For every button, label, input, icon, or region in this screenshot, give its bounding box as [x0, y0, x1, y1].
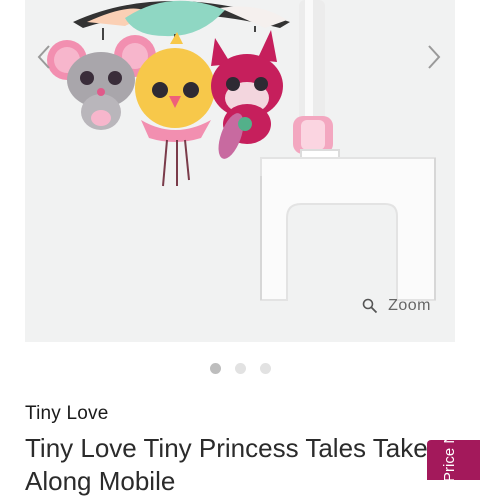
carousel-dot[interactable] [259, 363, 271, 374]
price-notice-tab[interactable]: Price Notice [427, 440, 480, 480]
chevron-right-icon [428, 45, 441, 69]
product-title: Tiny Love Tiny Princess Tales Take Along… [25, 433, 428, 496]
carousel-dot[interactable] [209, 363, 221, 374]
zoom-label: Zoom [388, 297, 431, 314]
magnifier-icon [362, 298, 378, 314]
chevron-left-icon [37, 45, 50, 69]
next-image-button[interactable] [419, 40, 449, 74]
previous-image-button[interactable] [29, 40, 59, 74]
carousel-dot[interactable] [234, 363, 246, 374]
product-brand[interactable]: Tiny Love [25, 403, 108, 425]
price-notice-tab-label: Price Notice [441, 440, 458, 480]
product-image[interactable] [25, 0, 455, 342]
product-image-gallery[interactable]: Zoom [25, 0, 455, 342]
carousel-pagination [0, 363, 480, 374]
zoom-button[interactable]: Zoom [362, 297, 431, 315]
